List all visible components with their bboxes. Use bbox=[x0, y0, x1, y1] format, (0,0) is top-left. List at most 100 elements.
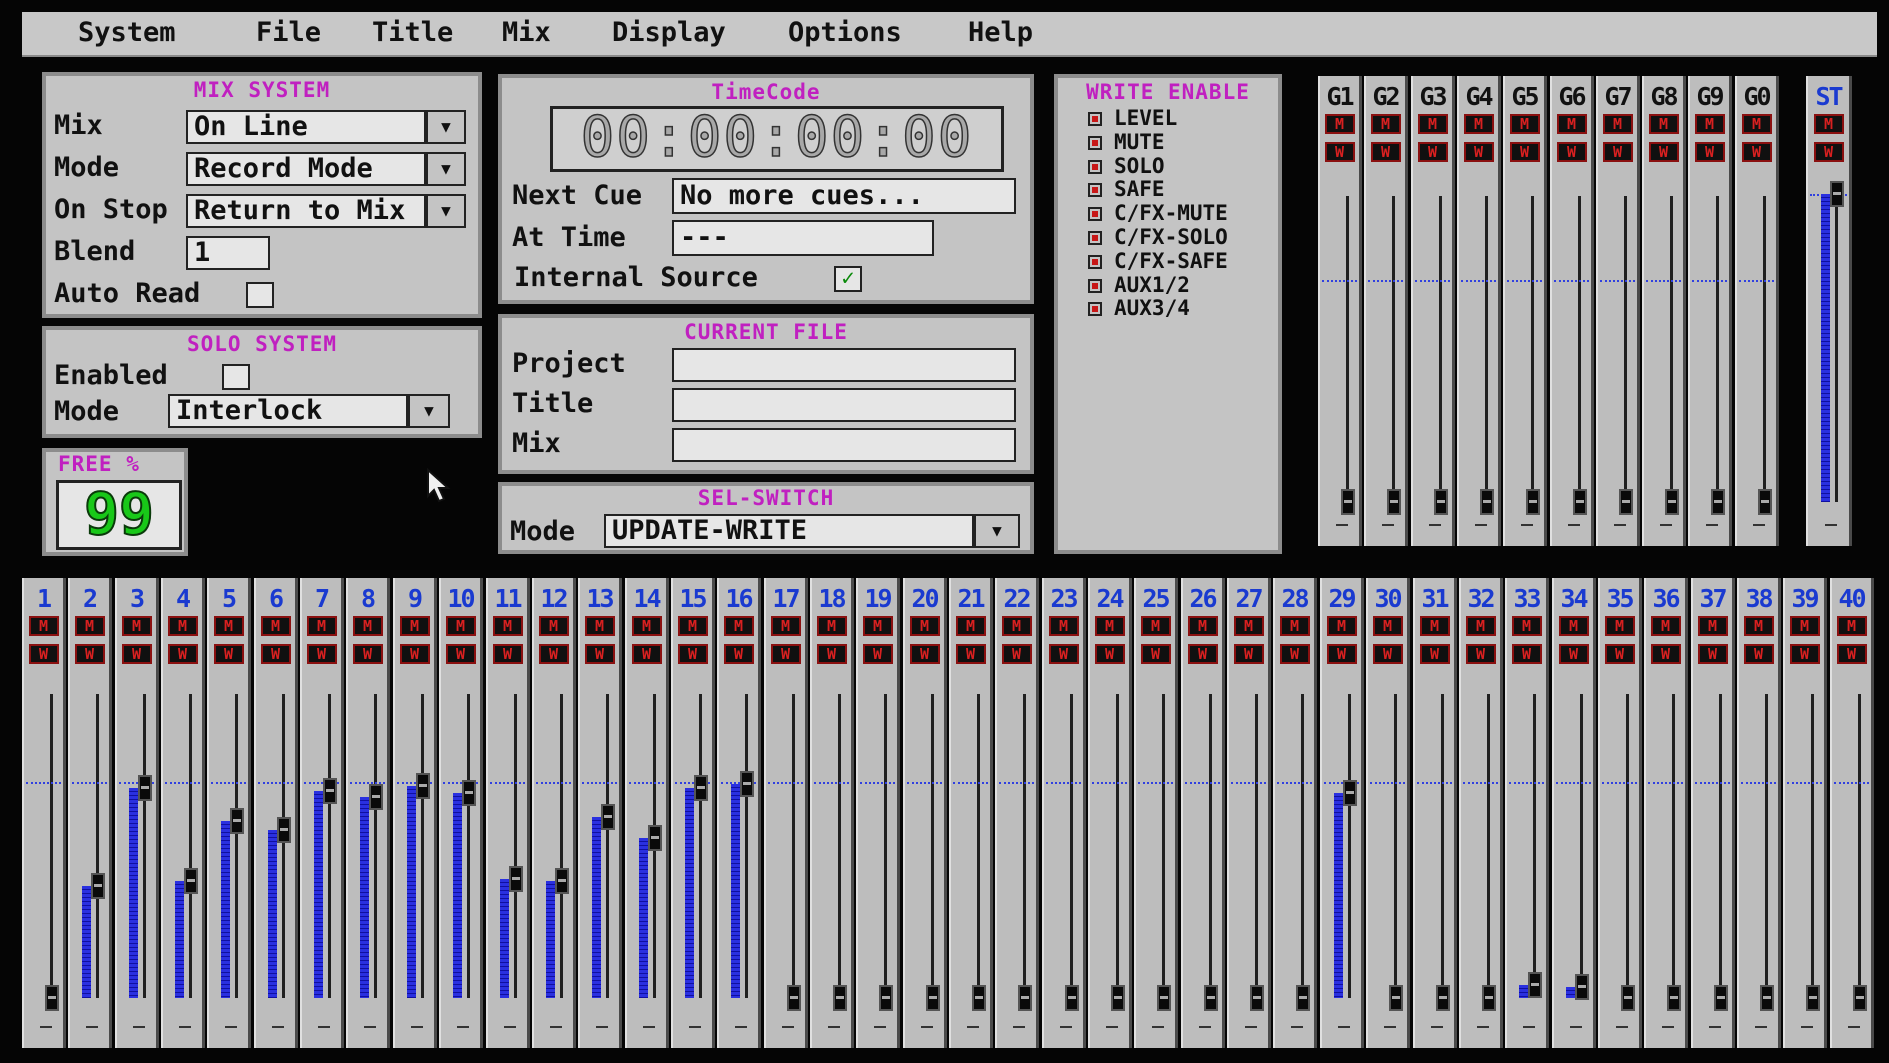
channel-29-write-button[interactable]: W bbox=[1326, 644, 1357, 664]
channel-3-fader-knob[interactable] bbox=[138, 775, 152, 802]
channel-13-fader-knob[interactable] bbox=[601, 803, 615, 830]
channel-16-write-button[interactable]: W bbox=[723, 644, 754, 664]
channel-10-mute-button[interactable]: M bbox=[445, 616, 476, 636]
write-enable-checkbox[interactable] bbox=[1088, 207, 1102, 222]
channel-14-write-button[interactable]: W bbox=[631, 644, 662, 664]
sel-switch-dropdown-button[interactable]: ▼ bbox=[974, 514, 1020, 548]
channel-4-fader-track[interactable] bbox=[189, 694, 192, 998]
channel-18-fader-track[interactable] bbox=[838, 694, 841, 998]
group-g4-write-button[interactable]: W bbox=[1463, 142, 1494, 162]
group-g5-fader-track[interactable] bbox=[1531, 196, 1534, 502]
channel-22-write-button[interactable]: W bbox=[1001, 644, 1032, 664]
group-g2-mute-button[interactable]: M bbox=[1370, 114, 1401, 134]
group-g4-fader-track[interactable] bbox=[1485, 196, 1488, 502]
channel-32-write-button[interactable]: W bbox=[1465, 644, 1496, 664]
channel-10-write-button[interactable]: W bbox=[445, 644, 476, 664]
channel-40-fader-track[interactable] bbox=[1858, 694, 1861, 998]
solo-mode-select[interactable]: Interlock bbox=[168, 394, 408, 428]
group-g3-write-button[interactable]: W bbox=[1417, 142, 1448, 162]
channel-30-write-button[interactable]: W bbox=[1372, 644, 1403, 664]
channel-37-write-button[interactable]: W bbox=[1697, 644, 1728, 664]
menu-mix[interactable]: Mix bbox=[502, 17, 551, 48]
write-enable-checkbox[interactable] bbox=[1088, 112, 1102, 126]
channel-26-fader-knob[interactable] bbox=[1204, 985, 1218, 1011]
group-g5-fader-knob[interactable] bbox=[1526, 489, 1540, 515]
channel-24-fader-track[interactable] bbox=[1116, 694, 1119, 998]
channel-13-mute-button[interactable]: M bbox=[584, 616, 615, 636]
channel-9-fader-knob[interactable] bbox=[416, 773, 430, 800]
group-g4-fader-knob[interactable] bbox=[1480, 489, 1494, 515]
channel-34-fader-knob[interactable] bbox=[1575, 974, 1589, 1001]
project-field[interactable] bbox=[672, 348, 1016, 382]
channel-14-mute-button[interactable]: M bbox=[631, 616, 662, 636]
group-g3-mute-button[interactable]: M bbox=[1417, 114, 1448, 134]
channel-6-write-button[interactable]: W bbox=[260, 644, 291, 664]
channel-33-fader-knob[interactable] bbox=[1528, 972, 1542, 999]
channel-25-fader-knob[interactable] bbox=[1157, 985, 1171, 1011]
group-g5-mute-button[interactable]: M bbox=[1509, 114, 1540, 134]
channel-25-fader-track[interactable] bbox=[1162, 694, 1165, 998]
group-g1-fader-knob[interactable] bbox=[1341, 489, 1355, 515]
menu-system[interactable]: System bbox=[78, 17, 176, 48]
channel-21-fader-knob[interactable] bbox=[972, 985, 986, 1011]
channel-23-mute-button[interactable]: M bbox=[1048, 616, 1079, 636]
channel-7-write-button[interactable]: W bbox=[306, 644, 337, 664]
channel-38-fader-track[interactable] bbox=[1765, 694, 1768, 998]
group-g0-write-button[interactable]: W bbox=[1741, 142, 1772, 162]
group-g7-fader-track[interactable] bbox=[1624, 196, 1627, 502]
group-g3-fader-knob[interactable] bbox=[1434, 489, 1448, 515]
channel-19-mute-button[interactable]: M bbox=[862, 616, 893, 636]
channel-7-mute-button[interactable]: M bbox=[306, 616, 337, 636]
channel-7-fader-knob[interactable] bbox=[323, 777, 337, 804]
stereo-write-button[interactable]: W bbox=[1813, 142, 1844, 162]
stereo-fader-track[interactable] bbox=[1835, 196, 1838, 502]
channel-33-mute-button[interactable]: M bbox=[1511, 616, 1542, 636]
channel-39-mute-button[interactable]: M bbox=[1789, 616, 1820, 636]
channel-39-write-button[interactable]: W bbox=[1789, 644, 1820, 664]
channel-11-fader-track[interactable] bbox=[514, 694, 517, 998]
channel-22-fader-knob[interactable] bbox=[1018, 985, 1032, 1011]
write-enable-checkbox[interactable] bbox=[1088, 254, 1102, 269]
channel-2-write-button[interactable]: W bbox=[74, 644, 105, 664]
channel-12-write-button[interactable]: W bbox=[538, 644, 569, 664]
menu-options[interactable]: Options bbox=[788, 17, 902, 48]
channel-25-mute-button[interactable]: M bbox=[1140, 616, 1171, 636]
channel-29-fader-track[interactable] bbox=[1348, 694, 1351, 998]
at-time-field[interactable]: --- bbox=[672, 220, 934, 256]
stereo-fader-knob[interactable] bbox=[1830, 181, 1844, 207]
channel-40-write-button[interactable]: W bbox=[1836, 644, 1867, 664]
menu-title[interactable]: Title bbox=[372, 17, 453, 48]
channel-22-mute-button[interactable]: M bbox=[1001, 616, 1032, 636]
write-enable-item[interactable]: C/FX-MUTE bbox=[1088, 201, 1228, 225]
channel-29-mute-button[interactable]: M bbox=[1326, 616, 1357, 636]
write-enable-item[interactable]: C/FX-SAFE bbox=[1088, 249, 1228, 273]
mix-select[interactable]: On Line bbox=[186, 110, 426, 144]
channel-32-mute-button[interactable]: M bbox=[1465, 616, 1496, 636]
channel-13-write-button[interactable]: W bbox=[584, 644, 615, 664]
group-g8-write-button[interactable]: W bbox=[1648, 142, 1679, 162]
group-g6-fader-knob[interactable] bbox=[1573, 489, 1587, 515]
channel-10-fader-knob[interactable] bbox=[462, 779, 476, 806]
channel-39-fader-knob[interactable] bbox=[1806, 985, 1820, 1011]
group-g0-mute-button[interactable]: M bbox=[1741, 114, 1772, 134]
channel-11-fader-knob[interactable] bbox=[509, 866, 523, 893]
group-g6-mute-button[interactable]: M bbox=[1556, 114, 1587, 134]
channel-3-fader-track[interactable] bbox=[143, 694, 146, 998]
channel-11-write-button[interactable]: W bbox=[492, 644, 523, 664]
sel-switch-mode-select[interactable]: UPDATE-WRITE bbox=[604, 514, 974, 548]
channel-26-fader-track[interactable] bbox=[1209, 694, 1212, 998]
group-g6-write-button[interactable]: W bbox=[1556, 142, 1587, 162]
channel-35-fader-track[interactable] bbox=[1626, 694, 1629, 998]
channel-15-mute-button[interactable]: M bbox=[677, 616, 708, 636]
channel-2-mute-button[interactable]: M bbox=[74, 616, 105, 636]
group-g4-mute-button[interactable]: M bbox=[1463, 114, 1494, 134]
write-enable-checkbox[interactable] bbox=[1088, 302, 1102, 317]
channel-6-fader-knob[interactable] bbox=[277, 816, 291, 843]
channel-33-write-button[interactable]: W bbox=[1511, 644, 1542, 664]
channel-36-mute-button[interactable]: M bbox=[1650, 616, 1681, 636]
write-enable-checkbox[interactable] bbox=[1088, 183, 1102, 198]
write-enable-checkbox[interactable] bbox=[1088, 159, 1102, 174]
group-g9-fader-track[interactable] bbox=[1716, 196, 1719, 502]
channel-31-fader-knob[interactable] bbox=[1436, 985, 1450, 1011]
channel-6-fader-track[interactable] bbox=[282, 694, 285, 998]
